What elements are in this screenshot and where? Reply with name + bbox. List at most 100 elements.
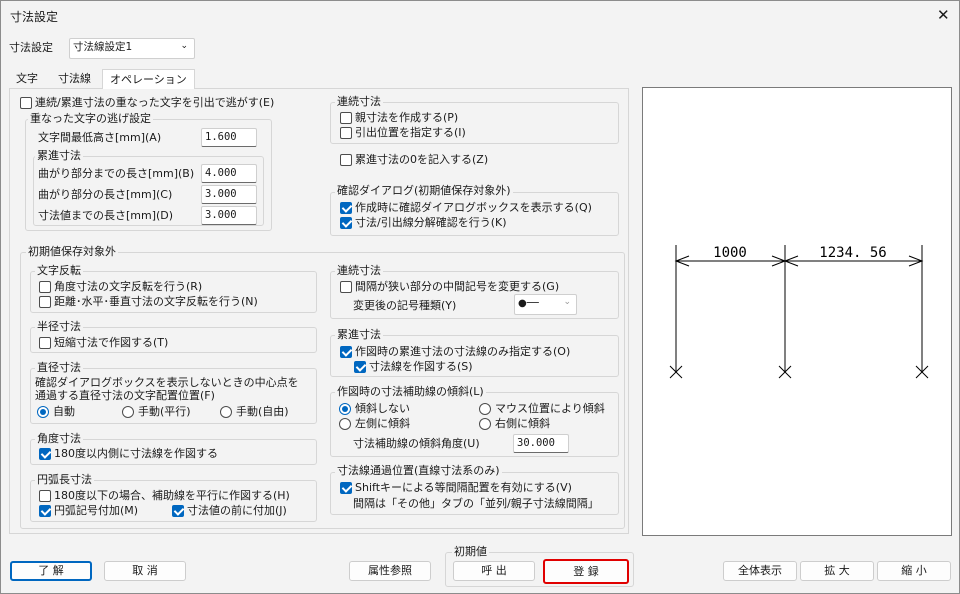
cumulative-escape-title: 累進寸法 [35, 149, 83, 163]
initial-title: 初期値保存対象外 [26, 245, 118, 259]
below-180-checkbox[interactable] [39, 490, 51, 502]
cumulative-zero-checkbox[interactable] [340, 154, 352, 166]
diameter-desc-1: 確認ダイアログボックスを表示しないときの中心点を [35, 376, 299, 389]
cumulative-zero-label: 累進寸法の0を記入する(Z) [355, 153, 489, 166]
continuous-title: 連続寸法 [335, 264, 383, 278]
to-value-label: 寸法値までの長さ[mm](D) [38, 209, 174, 222]
diameter-free-radio[interactable] [220, 406, 232, 418]
angle-flip-checkbox[interactable] [39, 281, 51, 293]
tab-operation[interactable]: オペレーション [102, 69, 195, 90]
left-tilt-label: 左側に傾斜 [355, 417, 410, 430]
bend-length-input[interactable]: 4.000 [201, 164, 257, 183]
dim-label-1: 1000 [713, 245, 747, 261]
symbol-type-label: 変更後の記号種類(Y) [353, 299, 457, 312]
dimension-preview: 1000 1234. 56 [669, 245, 929, 379]
symbol-type-value: ●── [518, 298, 539, 309]
left-tilt-radio[interactable] [339, 418, 351, 430]
change-symbol-label: 間隔が狭い部分の中間記号を変更する(G) [355, 280, 560, 293]
spacing-note: 間隔は「その他」タブの「並列/親子寸法線間隔」 [353, 497, 599, 510]
short-dim-checkbox[interactable] [39, 337, 51, 349]
cancel-button[interactable]: 取 消 [104, 561, 186, 581]
ext-tilt-title: 作図時の寸法補助線の傾斜(L) [335, 385, 486, 399]
mouse-tilt-label: マウス位置により傾斜 [495, 402, 605, 415]
chevron-down-icon: ⌄ [180, 41, 188, 51]
bend-part-input[interactable]: 3.000 [201, 185, 257, 204]
cumulative-title: 累進寸法 [335, 328, 383, 342]
dialog-window: 寸法設定 ✕ 寸法設定 寸法線設定1 ⌄ 文字 寸法線 オペレーション 連続/累… [0, 0, 960, 594]
tilt-angle-label: 寸法補助線の傾斜角度(U) [353, 437, 480, 450]
zoom-in-button[interactable]: 拡 大 [800, 561, 874, 581]
dim-label-2: 1234. 56 [819, 245, 886, 261]
arc-title: 円弧長寸法 [35, 473, 94, 487]
dim-only-label: 作図時の累進寸法の寸法線のみ指定する(O) [355, 345, 571, 358]
radius-title: 半径寸法 [35, 320, 83, 334]
angle-title: 角度寸法 [35, 432, 83, 446]
tilt-angle-input[interactable]: 30.000 [513, 434, 569, 453]
min-height-label: 文字間最低高さ[mm](A) [38, 131, 162, 144]
before-value-checkbox[interactable] [172, 505, 184, 517]
diameter-parallel-label: 手動(平行) [138, 405, 191, 418]
diameter-parallel-radio[interactable] [122, 406, 134, 418]
decompose-checkbox[interactable] [340, 217, 352, 229]
below-180-label: 180度以下の場合、補助線を平行に作図する(H) [54, 489, 290, 502]
leader-pos-label: 引出位置を指定する(I) [355, 126, 466, 139]
distance-flip-label: 距離･水平･垂直寸法の文字反転を行う(N) [54, 295, 258, 308]
create-dim-checkbox[interactable] [354, 361, 366, 373]
arc-symbol-checkbox[interactable] [39, 505, 51, 517]
tab-text[interactable]: 文字 [11, 69, 43, 89]
diameter-title: 直径寸法 [35, 361, 83, 375]
min-height-input[interactable]: 1.600 [201, 128, 257, 147]
distance-flip-checkbox[interactable] [39, 296, 51, 308]
create-dim-label: 寸法線を作図する(S) [369, 360, 473, 373]
leader-pos-checkbox[interactable] [340, 127, 352, 139]
escape-text-checkbox[interactable] [20, 97, 32, 109]
tab-dimension-line[interactable]: 寸法線 [53, 69, 96, 89]
close-icon[interactable]: ✕ [937, 8, 950, 23]
right-tilt-radio[interactable] [479, 418, 491, 430]
fit-all-button[interactable]: 全体表示 [723, 561, 797, 581]
diameter-free-label: 手動(自由) [236, 405, 289, 418]
bend-part-label: 曲がり部分の長さ[mm](C) [38, 188, 173, 201]
right-tilt-label: 右側に傾斜 [495, 417, 550, 430]
recall-button[interactable]: 呼 出 [453, 561, 535, 581]
show-dialog-checkbox[interactable] [340, 202, 352, 214]
diameter-auto-label: 自動 [53, 405, 75, 418]
parent-dim-checkbox[interactable] [340, 112, 352, 124]
diameter-desc-2: 通過する直径寸法の文字配置位置(F) [35, 389, 215, 402]
parent-dim-label: 親寸法を作成する(P) [355, 111, 459, 124]
ok-button[interactable]: 了 解 [10, 561, 92, 581]
dim-only-checkbox[interactable] [340, 346, 352, 358]
symbol-type-select[interactable]: ●── ⌄ [514, 294, 577, 315]
initial-value-title: 初期値 [452, 545, 489, 559]
preset-value: 寸法線設定1 [73, 41, 133, 53]
shift-equal-label: Shiftキーによる等間隔配置を有効にする(V) [355, 481, 572, 494]
decompose-label: 寸法/引出線分解確認を行う(K) [355, 216, 507, 229]
escape-text-label: 連続/累進寸法の重なった文字を引出で逃がす(E) [35, 96, 275, 109]
preset-select[interactable]: 寸法線設定1 ⌄ [69, 38, 195, 59]
zoom-out-button[interactable]: 縮 小 [877, 561, 951, 581]
show-dialog-label: 作成時に確認ダイアログボックスを表示する(Q) [355, 201, 592, 214]
attribute-reference-button[interactable]: 属性参照 [349, 561, 431, 581]
preview-canvas[interactable]: 1000 1234. 56 [642, 87, 952, 536]
register-button[interactable]: 登 録 [543, 559, 629, 584]
no-tilt-radio[interactable] [339, 403, 351, 415]
pass-pos-title: 寸法線通過位置(直線寸法系のみ) [335, 464, 502, 478]
continuous-top-title: 連続寸法 [335, 95, 383, 109]
confirm-title: 確認ダイアログ(初期値保存対象外) [335, 184, 513, 198]
text-flip-title: 文字反転 [35, 264, 83, 278]
to-value-input[interactable]: 3.000 [201, 206, 257, 225]
change-symbol-checkbox[interactable] [340, 281, 352, 293]
no-tilt-label: 傾斜しない [355, 402, 410, 415]
chevron-down-icon: ⌄ [563, 297, 571, 307]
inner-180-checkbox[interactable] [39, 448, 51, 460]
mouse-tilt-radio[interactable] [479, 403, 491, 415]
diameter-auto-radio[interactable] [37, 406, 49, 418]
window-title: 寸法設定 [10, 10, 59, 24]
short-dim-label: 短縮寸法で作図する(T) [54, 336, 169, 349]
angle-flip-label: 角度寸法の文字反転を行う(R) [54, 280, 203, 293]
shift-equal-checkbox[interactable] [340, 482, 352, 494]
bend-length-label: 曲がり部分までの長さ[mm](B) [38, 167, 195, 180]
before-value-label: 寸法値の前に付加(J) [187, 504, 287, 517]
inner-180-label: 180度以内側に寸法線を作図する [54, 447, 218, 460]
arc-symbol-label: 円弧記号付加(M) [54, 504, 139, 517]
